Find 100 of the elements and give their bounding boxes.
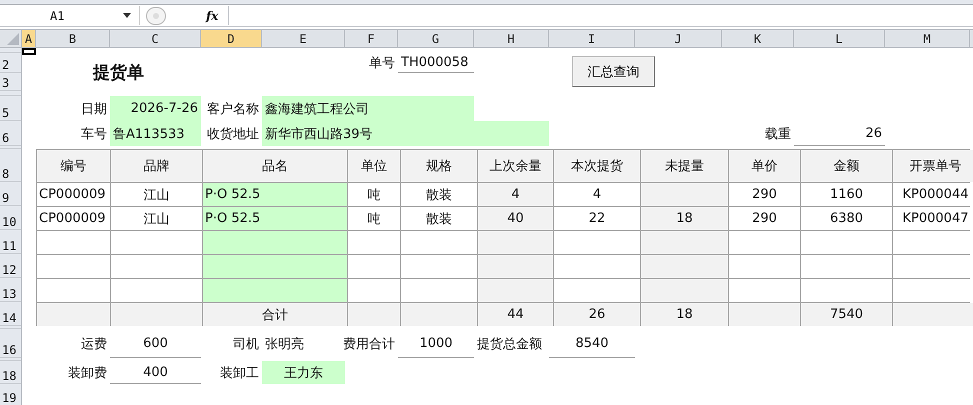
row-header[interactable]: 6 <box>0 121 21 146</box>
loader-cell: 王力东 <box>262 361 345 384</box>
row-header[interactable]: 5 <box>0 96 21 121</box>
column-header[interactable]: I <box>549 30 635 47</box>
fee-total-cell: 1000 <box>398 329 474 358</box>
field-label: 费用合计 <box>345 336 396 354</box>
row-header[interactable]: 18 <box>0 361 21 384</box>
field-label: 载重 <box>764 126 792 144</box>
field-label: 装卸费 <box>67 364 108 382</box>
order-number: TH000058 <box>398 53 474 73</box>
table-cell: 22 <box>554 207 640 230</box>
caret-icon[interactable] <box>123 13 131 18</box>
field-label: 司机 <box>232 336 260 354</box>
loading-fee-cell: 400 <box>110 361 201 384</box>
select-all-icon[interactable] <box>5 31 19 45</box>
column-header[interactable]: G <box>398 30 474 47</box>
table-cell: KP000047 <box>893 207 973 230</box>
column-heading: 开票单号 <box>893 150 973 182</box>
field-label: 运费 <box>80 336 108 354</box>
table-cell: P·O 52.5 <box>203 207 347 230</box>
driver-cell-text: 张明亮 <box>264 336 305 354</box>
column-header[interactable]: A <box>22 30 36 47</box>
column-heading: 金额 <box>801 150 892 182</box>
column-heading: 编号 <box>37 150 110 182</box>
table-cell: 散装 <box>401 183 477 206</box>
table-cell <box>348 279 400 302</box>
table-cell: 江山 <box>111 207 202 230</box>
row-header[interactable]: 10 <box>0 206 21 230</box>
field-label: 车号 <box>80 126 108 144</box>
row-header[interactable]: 8 <box>0 149 21 182</box>
grand-total-cell: 8540 <box>549 329 635 358</box>
column-heading: 单价 <box>729 150 800 182</box>
column-header[interactable]: F <box>345 30 398 47</box>
row-header[interactable]: 11 <box>0 230 21 254</box>
field-label: 提货总金额 <box>476 336 543 354</box>
row-header[interactable]: 12 <box>0 254 21 278</box>
column-header[interactable]: M <box>885 30 970 47</box>
table-cell: 290 <box>729 183 800 206</box>
customer-cell: 鑫海建筑工程公司 <box>262 96 474 121</box>
plate-cell: 鲁A113533 <box>110 121 201 146</box>
table-cell: 4 <box>478 183 553 206</box>
table-cell: 4 <box>554 183 640 206</box>
table-cell <box>729 231 800 254</box>
sheet-title: 提货单 <box>92 62 145 84</box>
table-cell: CP000009 <box>37 183 110 206</box>
row-header[interactable]: 13 <box>0 278 21 302</box>
table-cell: 290 <box>729 207 800 230</box>
table-cell <box>348 255 400 278</box>
row-header[interactable]: 14 <box>0 302 21 326</box>
field-label: 收货地址 <box>206 126 260 144</box>
table-cell: 18 <box>641 207 728 230</box>
column-heading: 规格 <box>401 150 477 182</box>
summary-button[interactable]: 汇总查询 <box>572 56 655 87</box>
column-header[interactable]: L <box>794 30 885 47</box>
table-cell: 6380 <box>801 207 892 230</box>
function-label[interactable]: fx <box>206 8 218 22</box>
table-cell: CP000009 <box>37 207 110 230</box>
column-header[interactable]: D <box>201 30 262 47</box>
column-header[interactable]: K <box>722 30 794 47</box>
table-cell: 吨 <box>348 207 400 230</box>
field-label: 日期 <box>80 100 108 118</box>
table-cell: 18 <box>641 303 728 326</box>
name-box[interactable]: A1 <box>0 6 140 25</box>
row-header[interactable]: 9 <box>0 182 21 206</box>
freight-cell: 600 <box>110 329 201 358</box>
table-cell: 1160 <box>801 183 892 206</box>
table-cell: 散装 <box>401 207 477 230</box>
field-label: 装卸工 <box>219 364 260 382</box>
cell-cursor <box>22 48 36 55</box>
table-cell: P·O 52.5 <box>203 183 347 206</box>
field-label: 客户名称 <box>206 100 260 118</box>
column-heading: 上次余量 <box>478 150 553 182</box>
table-cell <box>729 279 800 302</box>
table-cell <box>348 231 400 254</box>
table-cell: 40 <box>478 207 553 230</box>
table-cell: 吨 <box>348 183 400 206</box>
field-label: 单号 <box>368 55 396 73</box>
row-header[interactable]: 16 <box>0 329 21 358</box>
row-header[interactable]: 19 <box>0 384 21 405</box>
load-cell: 26 <box>794 121 885 146</box>
column-header[interactable]: E <box>262 30 345 47</box>
table-cell <box>729 255 800 278</box>
column-heading: 品名 <box>203 150 347 182</box>
column-header[interactable]: H <box>474 30 549 47</box>
date-cell: 2026-7-26 <box>110 96 201 121</box>
table-cell: KP000044 <box>893 183 973 206</box>
row-header[interactable]: 2 <box>0 53 21 73</box>
column-header[interactable]: J <box>635 30 722 47</box>
row-header[interactable]: 3 <box>0 73 21 91</box>
handle-icon[interactable] <box>146 6 166 24</box>
address-cell: 新华市西山路39号 <box>262 121 549 146</box>
table-cell: 26 <box>554 303 640 326</box>
column-header[interactable]: B <box>36 30 110 47</box>
table-cell: 7540 <box>801 303 892 326</box>
column-heading: 本次提货 <box>554 150 640 182</box>
column-heading: 单位 <box>348 150 400 182</box>
table-cell: 江山 <box>111 183 202 206</box>
table-cell: 44 <box>478 303 553 326</box>
table-cell <box>348 303 400 326</box>
column-heading: 品牌 <box>111 150 202 182</box>
